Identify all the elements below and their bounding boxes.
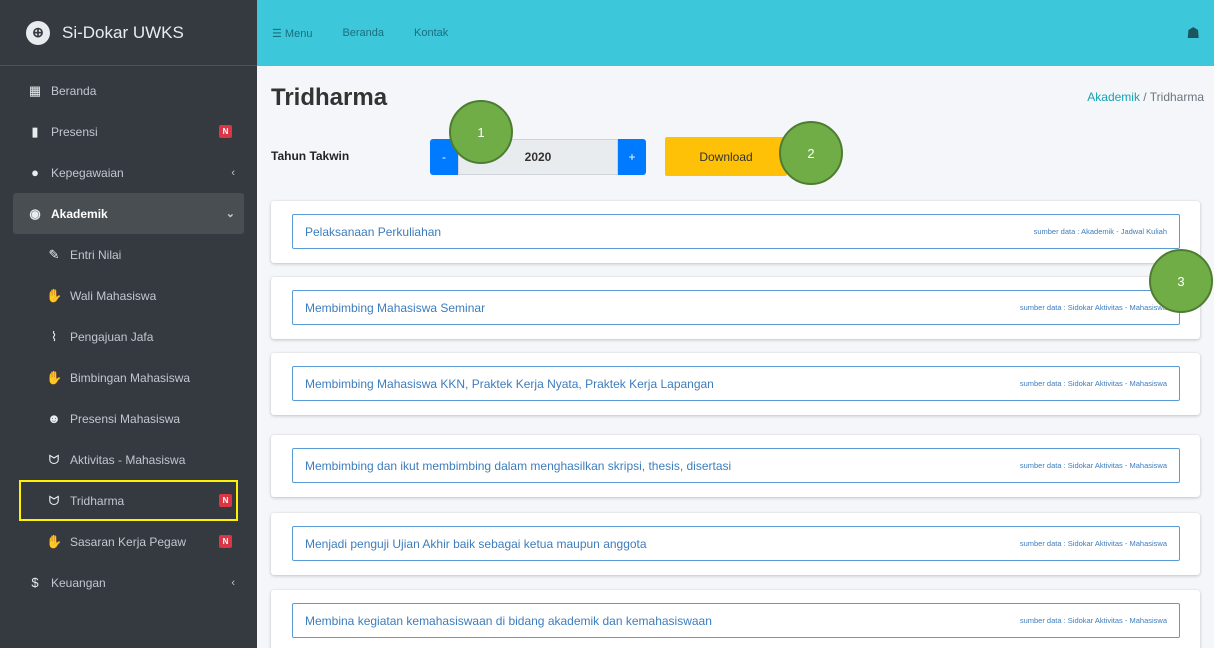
list-item[interactable]: Membimbing dan ikut membimbing dalam men… [292, 448, 1180, 483]
sidebar-item-kepegawaian[interactable]: ● Kepegawaian ‹ [0, 152, 257, 193]
menu-toggle[interactable]: ☰ Menu [272, 27, 312, 40]
sidebar-item-presensi[interactable]: ▮ Presensi N [0, 111, 257, 152]
card-title: Membimbing Mahasiswa Seminar [305, 300, 486, 315]
grid-icon: ▦ [28, 82, 42, 98]
year-label: Tahun Takwin [271, 149, 350, 163]
hands-icon: ᗢ [48, 492, 60, 508]
new-badge: N [219, 125, 232, 138]
user-icon[interactable]: ☗ [1187, 24, 1200, 42]
chevron-down-icon: ⌄ [225, 208, 235, 220]
card-source: sumber data : Sidokar Aktivitas - Mahasi… [1019, 303, 1167, 312]
sidebar-item-label: Presensi [51, 124, 98, 139]
chart-icon: ⌇ [50, 328, 58, 344]
handshake-icon: ✋ [46, 369, 63, 385]
card-title: Membimbing dan ikut membimbing dalam men… [305, 458, 732, 473]
sidebar-item-entri-nilai[interactable]: ✎ Entri Nilai [0, 234, 257, 275]
card-title: Membimbing Mahasiswa KKN, Praktek Kerja … [305, 376, 714, 391]
sidebar-item-aktivitas-mahasiswa[interactable]: ᗢ Aktivitas - Mahasiswa [0, 439, 257, 480]
list-item[interactable]: Membimbing Mahasiswa Seminar sumber data… [292, 290, 1180, 325]
graduation-icon: ◉ [29, 205, 41, 221]
sidebar-item-label: Entri Nilai [70, 247, 122, 262]
breadcrumb-current: Tridharma [1149, 90, 1204, 104]
breadcrumb-separator: / [1143, 90, 1147, 104]
main-content: Tridharma Akademik / Tridharma Tahun Tak… [257, 66, 1214, 648]
card-source: sumber data : Sidokar Aktivitas - Mahasi… [1019, 616, 1167, 625]
annotation-marker-3: 3 [1149, 249, 1213, 313]
handshake-icon: ✋ [46, 533, 63, 549]
new-badge: N [219, 535, 232, 548]
sidebar-item-wali-mahasiswa[interactable]: ✋ Wali Mahasiswa [0, 275, 257, 316]
page-title: Tridharma [271, 84, 388, 111]
sidebar-item-presensi-mahasiswa[interactable]: ☻ Presensi Mahasiswa [0, 398, 257, 439]
card-seminar: Membimbing Mahasiswa Seminar sumber data… [271, 277, 1200, 339]
chevron-left-icon: ‹ [231, 166, 235, 179]
sidebar-item-keuangan[interactable]: $ Keuangan ‹ [0, 562, 257, 603]
sidebar-item-label: Aktivitas - Mahasiswa [70, 452, 186, 467]
breadcrumb-akademik[interactable]: Akademik [1087, 90, 1140, 104]
user-check-icon: ☻ [47, 411, 61, 426]
card-source: sumber data : Akademik - Jadwal Kuliah [1033, 227, 1167, 236]
sidebar-item-sasaran-kerja[interactable]: ✋ Sasaran Kerja Pegaw N [0, 521, 257, 562]
sidebar-item-label: Keuangan [51, 575, 106, 590]
card-source: sumber data : Sidokar Aktivitas - Mahasi… [1019, 379, 1167, 388]
breadcrumb: Akademik / Tridharma [1087, 90, 1204, 104]
sidebar-item-label: Presensi Mahasiswa [70, 411, 181, 426]
sidebar-item-label: Tridharma [70, 493, 125, 508]
card-skripsi: Membimbing dan ikut membimbing dalam men… [271, 435, 1200, 497]
handshake-icon: ✋ [46, 287, 63, 303]
sidebar-item-pengajuan-jafa[interactable]: ⌇ Pengajuan Jafa [0, 316, 257, 357]
year-increment-button[interactable]: + [618, 139, 646, 175]
list-item[interactable]: Menjadi penguji Ujian Akhir baik sebagai… [292, 526, 1180, 561]
sidebar-item-label: Bimbingan Mahasiswa [70, 370, 191, 385]
user-icon: ● [31, 165, 39, 180]
sidebar-item-label: Akademik [51, 206, 108, 221]
card-pelaksanaan-perkuliahan: Pelaksanaan Perkuliahan sumber data : Ak… [271, 201, 1200, 263]
nav-link-beranda[interactable]: Beranda [342, 27, 384, 39]
logo-icon: ⊕ [26, 20, 50, 45]
sidebar-item-bimbingan-mahasiswa[interactable]: ✋ Bimbingan Mahasiswa [0, 357, 257, 398]
card-kemahasiswaan: Membina kegiatan kemahasiswaan di bidang… [271, 590, 1200, 648]
brand-name: Si-Dokar UWKS [62, 22, 184, 42]
sidebar-item-label: Wali Mahasiswa [70, 288, 157, 303]
download-button[interactable]: Download [665, 137, 787, 176]
annotation-marker-1: 1 [449, 100, 513, 164]
sidebar-nav: ▦ Beranda ▮ Presensi N ● Kepegawaian ‹ ◉… [0, 66, 257, 603]
sidebar-item-akademik[interactable]: ◉ Akademik ⌄ [13, 193, 244, 234]
sidebar-item-label: Beranda [51, 83, 97, 98]
hands-icon: ᗢ [48, 451, 60, 467]
sidebar-item-label: Pengajuan Jafa [70, 329, 154, 344]
top-navbar: ☰ Menu Beranda Kontak ☗ [257, 0, 1214, 66]
card-kkn: Membimbing Mahasiswa KKN, Praktek Kerja … [271, 353, 1200, 415]
card-title: Membina kegiatan kemahasiswaan di bidang… [305, 613, 712, 628]
card-source: sumber data : Sidokar Aktivitas - Mahasi… [1019, 461, 1167, 470]
card-penguji: Menjadi penguji Ujian Akhir baik sebagai… [271, 513, 1200, 575]
card-source: sumber data : Sidokar Aktivitas - Mahasi… [1019, 539, 1167, 548]
sidebar-item-label: Kepegawaian [51, 165, 124, 180]
list-item[interactable]: Membimbing Mahasiswa KKN, Praktek Kerja … [292, 366, 1180, 401]
annotation-marker-2: 2 [779, 121, 843, 185]
sidebar: ⊕ Si-Dokar UWKS ▦ Beranda ▮ Presensi N ●… [0, 0, 257, 648]
new-badge: N [219, 494, 232, 507]
list-item[interactable]: Membina kegiatan kemahasiswaan di bidang… [292, 603, 1180, 638]
nav-link-kontak[interactable]: Kontak [414, 27, 448, 39]
brand[interactable]: ⊕ Si-Dokar UWKS [0, 0, 257, 66]
sidebar-item-tridharma[interactable]: ᗢ Tridharma N [19, 480, 238, 521]
edit-icon: ✎ [48, 246, 60, 262]
card-title: Pelaksanaan Perkuliahan [305, 224, 442, 239]
building-icon: ▮ [31, 123, 39, 139]
dollar-icon: $ [31, 575, 39, 590]
card-title: Menjadi penguji Ujian Akhir baik sebagai… [305, 536, 647, 551]
list-item[interactable]: Pelaksanaan Perkuliahan sumber data : Ak… [292, 214, 1180, 249]
sidebar-item-label: Sasaran Kerja Pegaw [70, 534, 187, 549]
sidebar-item-beranda[interactable]: ▦ Beranda [0, 70, 257, 111]
chevron-left-icon: ‹ [231, 576, 235, 589]
